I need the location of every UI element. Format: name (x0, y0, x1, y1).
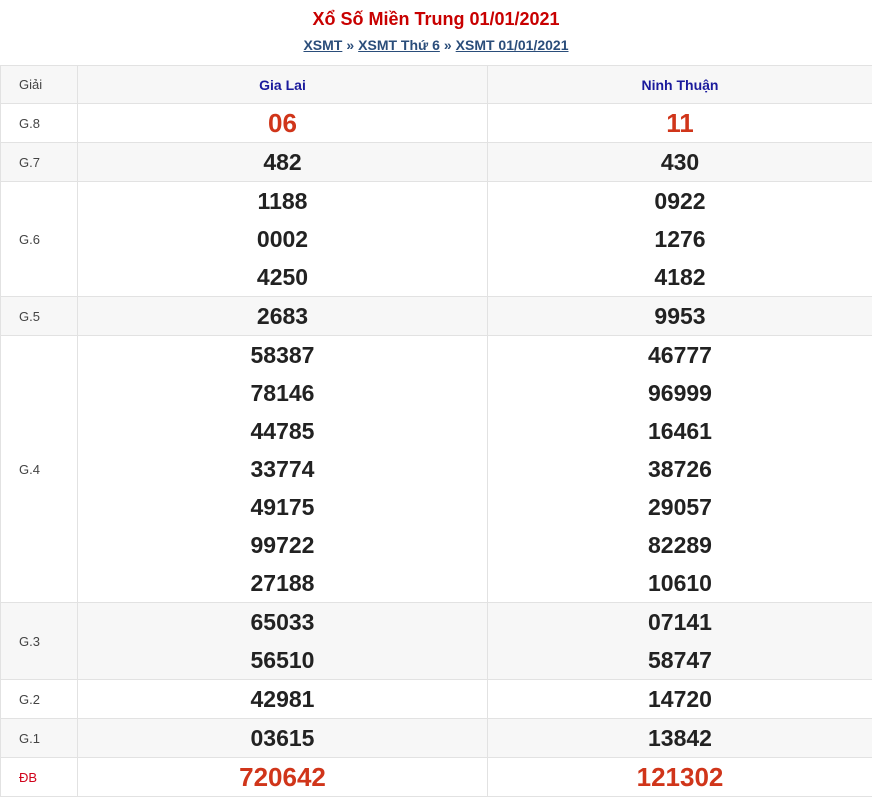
prize-label: G.7 (1, 143, 78, 182)
result-number: 82289 (488, 526, 872, 564)
breadcrumb-link-xsmt[interactable]: XSMT (303, 37, 342, 53)
result-number: 58387 (78, 336, 487, 374)
result-number: 4182 (488, 258, 872, 296)
prize-label: ĐB (1, 758, 78, 797)
table-row: G.10361513842 (1, 719, 872, 758)
result-cell-gia-lai: 720642 (78, 758, 488, 797)
result-number: 16461 (488, 412, 872, 450)
result-cell-ninh-thuan: 092212764182 (488, 182, 872, 297)
result-number: 11 (488, 104, 872, 142)
result-cell-gia-lai: 03615 (78, 719, 488, 758)
result-cell-ninh-thuan: 0714158747 (488, 603, 872, 680)
result-number: 10610 (488, 564, 872, 602)
result-number: 99722 (78, 526, 487, 564)
result-cell-ninh-thuan: 430 (488, 143, 872, 182)
table-header-row: Giải Gia Lai Ninh Thuận (1, 66, 872, 104)
table-row: G.6118800024250092212764182 (1, 182, 872, 297)
result-number: 29057 (488, 488, 872, 526)
result-number: 482 (78, 143, 487, 181)
page-header: Xổ Số Miền Trung 01/01/2021 XSMT»XSMT Th… (0, 0, 872, 65)
prize-label: G.4 (1, 336, 78, 603)
results-body: G.80611G.7482430G.6118800024250092212764… (1, 104, 872, 797)
prize-label: G.8 (1, 104, 78, 143)
result-cell-gia-lai: 06 (78, 104, 488, 143)
table-row: G.526839953 (1, 297, 872, 336)
result-cell-gia-lai: 118800024250 (78, 182, 488, 297)
table-row: G.365033565100714158747 (1, 603, 872, 680)
result-cell-ninh-thuan: 46777969991646138726290578228910610 (488, 336, 872, 603)
prize-label: G.1 (1, 719, 78, 758)
result-number: 430 (488, 143, 872, 181)
result-number: 58747 (488, 641, 872, 679)
result-number: 4250 (78, 258, 487, 296)
result-cell-ninh-thuan: 13842 (488, 719, 872, 758)
result-number: 13842 (488, 719, 872, 757)
result-number: 0002 (78, 220, 487, 258)
table-row: G.45838778146447853377449175997222718846… (1, 336, 872, 603)
breadcrumb-separator: » (342, 37, 358, 53)
result-number: 1188 (78, 182, 487, 220)
result-number: 33774 (78, 450, 487, 488)
result-number: 56510 (78, 641, 487, 679)
result-number: 2683 (78, 297, 487, 335)
result-cell-ninh-thuan: 121302 (488, 758, 872, 797)
breadcrumb-link-xsmt-date[interactable]: XSMT 01/01/2021 (456, 37, 569, 53)
result-number: 720642 (78, 758, 487, 796)
result-number: 14720 (488, 680, 872, 718)
result-cell-ninh-thuan: 11 (488, 104, 872, 143)
result-cell-gia-lai: 2683 (78, 297, 488, 336)
result-number: 121302 (488, 758, 872, 796)
result-number: 9953 (488, 297, 872, 335)
result-number: 38726 (488, 450, 872, 488)
result-number: 49175 (78, 488, 487, 526)
column-header-prize: Giải (1, 66, 78, 104)
result-number: 65033 (78, 603, 487, 641)
table-row: G.24298114720 (1, 680, 872, 719)
prize-label: G.6 (1, 182, 78, 297)
table-row: ĐB720642121302 (1, 758, 872, 797)
result-number: 78146 (78, 374, 487, 412)
result-number: 46777 (488, 336, 872, 374)
result-cell-gia-lai: 6503356510 (78, 603, 488, 680)
result-number: 96999 (488, 374, 872, 412)
result-cell-gia-lai: 482 (78, 143, 488, 182)
prize-label: G.3 (1, 603, 78, 680)
prize-label: G.2 (1, 680, 78, 719)
breadcrumb-separator: » (440, 37, 456, 53)
result-cell-gia-lai: 42981 (78, 680, 488, 719)
result-number: 03615 (78, 719, 487, 757)
prize-label: G.5 (1, 297, 78, 336)
column-header-ninh-thuan: Ninh Thuận (488, 66, 872, 104)
result-number: 1276 (488, 220, 872, 258)
result-number: 27188 (78, 564, 487, 602)
result-cell-ninh-thuan: 9953 (488, 297, 872, 336)
result-number: 0922 (488, 182, 872, 220)
result-number: 07141 (488, 603, 872, 641)
column-header-gia-lai: Gia Lai (78, 66, 488, 104)
result-number: 42981 (78, 680, 487, 718)
table-row: G.80611 (1, 104, 872, 143)
table-row: G.7482430 (1, 143, 872, 182)
results-table: Giải Gia Lai Ninh Thuận G.80611G.7482430… (0, 65, 872, 797)
result-cell-ninh-thuan: 14720 (488, 680, 872, 719)
breadcrumb: XSMT»XSMT Thứ 6»XSMT 01/01/2021 (0, 36, 872, 54)
page-title: Xổ Số Miền Trung 01/01/2021 (0, 8, 872, 30)
result-cell-gia-lai: 58387781464478533774491759972227188 (78, 336, 488, 603)
result-number: 06 (78, 104, 487, 142)
result-number: 44785 (78, 412, 487, 450)
breadcrumb-link-xsmt-thu-6[interactable]: XSMT Thứ 6 (358, 37, 440, 53)
